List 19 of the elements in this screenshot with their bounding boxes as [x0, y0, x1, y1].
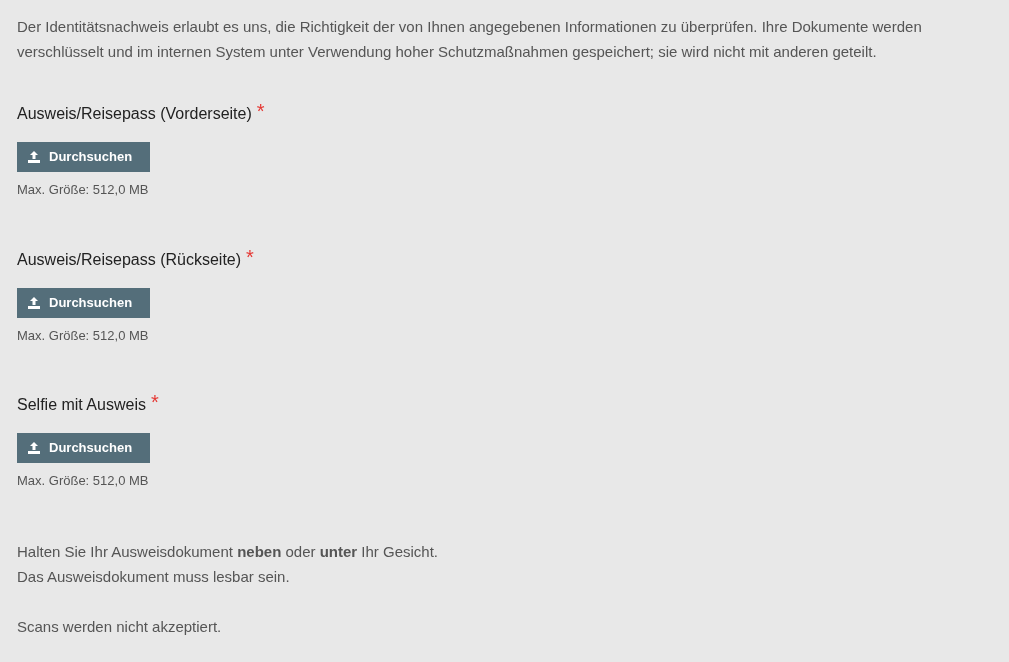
browse-button[interactable]: Durchsuchen: [17, 433, 150, 463]
required-mark: *: [256, 102, 265, 120]
intro-text: Der Identitätsnachweis erlaubt es uns, die Richtigkeit der von Ihnen angegebenen Informationen zu überprüfen. Ihre Dokumente werden verschlüsselt und im internen System unter Verwendung hoher Schutzmaßnahmen gespeichert; sie wird nicht mit anderen geteilt.: [17, 17, 923, 62]
field-label: Ausweis/Reisepass (Rückseite): [17, 249, 242, 270]
note-text: Das Ausweisdokument muss lesbar sein.: [17, 566, 291, 587]
field-label: Selfie mit Ausweis: [17, 395, 146, 415]
size-hint: Max. Größe: 512,0 MB: [17, 472, 149, 490]
upload-icon: [28, 296, 40, 309]
size-hint: Max. Größe: 512,0 MB: [17, 326, 149, 345]
required-mark: *: [246, 247, 254, 266]
size-hint: Max. Größe: 512,0 MB: [17, 181, 149, 199]
browse-button[interactable]: Durchsuchen: [17, 142, 150, 172]
upload-icon: [28, 151, 40, 163]
browse-button[interactable]: Durchsuchen: [17, 287, 150, 318]
note-text: Halten Sie Ihr Ausweisdokument neben oder unter Ihr Gesicht.: [17, 541, 440, 562]
required-mark: *: [150, 393, 159, 411]
upload-icon: [28, 442, 40, 454]
note-text: Scans werden nicht akzeptiert.: [17, 616, 223, 637]
field-label: Ausweis/Reisepass (Vorderseite): [17, 104, 252, 124]
